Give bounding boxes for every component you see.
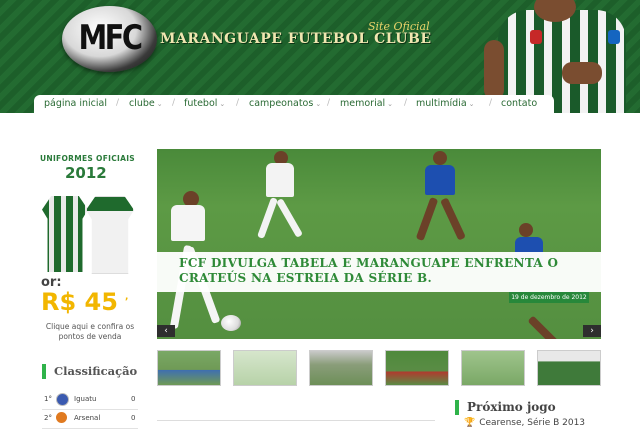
team-name: Arsenal — [74, 414, 101, 422]
classificacao-title: Classificação — [54, 364, 138, 378]
soccer-ball — [221, 315, 241, 331]
trophy-icon: 🏆 — [464, 418, 476, 428]
chevron-down-icon: ⌄ — [315, 100, 322, 108]
table-row[interactable]: 1° Iguatu 0 — [42, 391, 138, 410]
nav-separator: / — [116, 98, 120, 108]
news-slider[interactable]: FCF DIVULGA TABELA E MARANGUAPE ENFRENTA… — [157, 149, 601, 339]
uniform-price: R$ 45 — [41, 288, 118, 316]
nav-item-futebol[interactable]: futebol ⌄ — [184, 98, 225, 109]
nav-item-memorial[interactable]: memorial ⌄ — [340, 98, 393, 109]
logo-text: MFC — [78, 18, 143, 58]
team-name: Iguatu — [74, 395, 97, 403]
nav-separator: / — [404, 98, 408, 108]
nav-item-campeonatos[interactable]: campeonatos ⌄ — [249, 98, 321, 109]
thumbnail[interactable] — [461, 350, 525, 386]
nav-item-multimidia[interactable]: multimídia ⌄ — [416, 98, 475, 109]
team-crest-icon — [56, 412, 67, 423]
pontos-de-venda-link[interactable]: Clique aqui e confira os pontos de venda — [40, 322, 140, 342]
team-crest-icon — [56, 393, 69, 406]
nav-item-clube[interactable]: clube ⌄ — [129, 98, 163, 109]
nav-item-contato[interactable]: contato — [501, 98, 537, 109]
chevron-down-icon: ⌄ — [219, 100, 226, 108]
uniform-shirt-away[interactable] — [86, 196, 134, 274]
chevron-down-icon: ⌄ — [387, 100, 394, 108]
thumbnail[interactable] — [157, 350, 221, 386]
club-name: MARANGUAPE FUTEBOL CLUBE — [160, 31, 432, 47]
main-nav: página inicial / clube ⌄ / futebol ⌄ / cam… — [34, 95, 554, 113]
uniformes-year: 2012 — [65, 164, 107, 182]
slider-headline[interactable]: FCF DIVULGA TABELA E MARANGUAPE ENFRENTA… — [179, 256, 579, 286]
slider-date: 19 de dezembro de 2012 — [509, 292, 589, 303]
uniform-price-cents: , — [125, 292, 129, 302]
thumbnail[interactable] — [537, 350, 601, 386]
prev-arrow-icon[interactable]: ‹ — [157, 325, 175, 337]
slider-thumbnails — [157, 350, 601, 386]
nav-item-pagina-inicial[interactable]: página inicial — [44, 98, 107, 109]
club-logo[interactable]: MFC — [62, 6, 157, 72]
thumbnail[interactable] — [233, 350, 297, 386]
section-marker — [42, 364, 46, 379]
proximo-jogo-heading: Próximo jogo — [455, 400, 605, 416]
nav-separator: / — [236, 98, 240, 108]
standing-position: 2° — [44, 414, 52, 422]
uniformes-title: UNIFORMES OFICIAIS — [40, 154, 136, 163]
chevron-down-icon: ⌄ — [468, 100, 475, 108]
proximo-jogo-title: Próximo jogo — [467, 400, 556, 414]
chevron-down-icon: ⌄ — [156, 100, 163, 108]
team-points: 0 — [131, 414, 136, 422]
nav-separator: / — [327, 98, 331, 108]
table-row[interactable]: 2° Arsenal 0 — [42, 410, 138, 429]
thumbnail[interactable] — [309, 350, 373, 386]
nav-separator: / — [489, 98, 493, 108]
nav-separator: / — [172, 98, 176, 108]
classificacao-heading: Classificação — [42, 364, 138, 380]
team-points: 0 — [131, 395, 136, 403]
section-marker — [455, 400, 459, 415]
next-match-competition: 🏆 Cearense, Série B 2013 — [464, 418, 586, 428]
uniform-shirt-home[interactable] — [42, 196, 88, 272]
next-arrow-icon[interactable]: › — [583, 325, 601, 337]
thumbnail[interactable] — [385, 350, 449, 386]
standing-position: 1° — [44, 395, 52, 403]
